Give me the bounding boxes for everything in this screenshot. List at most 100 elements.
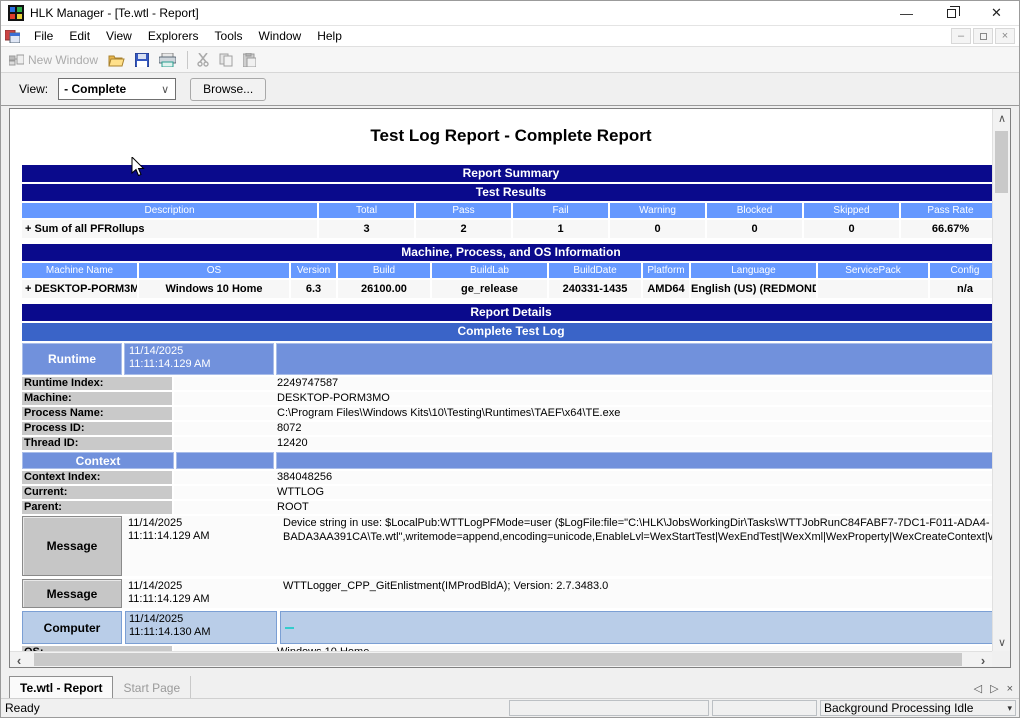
column-header: Build [338,263,430,278]
complete-test-log-header: Complete Test Log [22,323,992,341]
status-ready-text: Ready [1,701,509,715]
window-title: HLK Manager - [Te.wtl - Report] [30,6,884,20]
new-window-button[interactable]: New Window [5,51,102,69]
field-row: Context Index: 384048256 [22,471,992,484]
table-cell: 0 [804,220,899,238]
app-window: HLK Manager - [Te.wtl - Report] — ✕ File… [0,0,1020,718]
column-header: Version [291,263,336,278]
tab-tewtl-report[interactable]: Te.wtl - Report [9,676,113,699]
chevron-down-icon: ∨ [161,83,175,96]
field-value: 2249747587 [174,377,992,390]
context-section-spacer [176,452,274,469]
restore-icon [947,9,956,18]
browse-button[interactable]: Browse... [190,78,266,101]
expandable-row-label[interactable]: + Sum of all PFRollups [22,220,317,238]
menu-help[interactable]: Help [309,27,350,45]
column-header: ServicePack [818,263,928,278]
menu-edit[interactable]: Edit [61,27,98,45]
table-cell: English (US) (REDMOND) [691,280,816,298]
horizontal-scrollbar-thumb[interactable] [34,653,962,666]
menu-window[interactable]: Window [251,27,310,45]
mdi-restore-icon [980,33,987,40]
test-results-header: Test Results [22,184,992,201]
menu-bar: File Edit View Explorers Tools Window He… [1,26,1019,47]
table-cell: 0 [610,220,705,238]
table-cell [818,280,928,298]
menu-tools[interactable]: Tools [207,27,251,45]
field-label: Machine: [22,392,172,405]
horizontal-scrollbar[interactable]: ‹ › [10,651,992,667]
machine-info-row: + DESKTOP-PORM3MO Windows 10 Home 6.3 26… [22,280,992,298]
expandable-row-label[interactable]: + DESKTOP-PORM3MO [22,280,137,298]
report-title: Test Log Report - Complete Report [22,126,992,146]
report-document: Test Log Report - Complete Report Report… [9,108,1011,668]
runtime-section-filler [276,343,992,375]
cut-scissors-icon [197,53,209,67]
open-button[interactable] [104,51,129,69]
paste-icon [243,53,256,67]
chevron-down-icon: ∨ [998,636,1006,649]
title-bar: HLK Manager - [Te.wtl - Report] — ✕ [1,1,1019,26]
save-button[interactable] [131,51,153,69]
column-header: Config [930,263,992,278]
column-header: Fail [513,203,608,218]
table-cell: 0 [707,220,802,238]
field-value: ROOT [174,501,992,514]
vertical-scrollbar-thumb[interactable] [995,131,1008,193]
view-dropdown-value: - Complete [64,82,126,96]
table-cell: 240331-1435 [549,280,641,298]
message-timestamp: 11/14/2025 11:11:14.129 AM [125,516,277,576]
field-value: 8072 [174,422,992,435]
view-bar: View: - Complete ∨ Browse... [1,73,1019,106]
toolbar-separator [187,51,188,69]
tab-start-page[interactable]: Start Page [113,676,191,699]
mdi-controls: – × [949,28,1019,44]
copy-button[interactable] [215,51,237,69]
mdi-close-button[interactable]: × [995,28,1015,44]
scroll-down-button[interactable]: ∨ [993,633,1011,651]
document-icon [5,30,20,43]
vertical-scrollbar[interactable]: ∧ ∨ [992,109,1010,651]
runtime-section-row: Runtime 11/14/2025 11:11:14.129 AM [22,343,992,375]
table-cell: 6.3 [291,280,336,298]
paste-button[interactable] [239,51,260,69]
message-button[interactable]: Message [22,516,122,576]
report-view: Test Log Report - Complete Report Report… [10,109,992,651]
restore-button[interactable] [929,1,974,26]
computer-section-label: Computer [22,611,122,644]
runtime-section-label: Runtime [22,343,122,375]
column-header: Description [22,203,317,218]
field-row: Process Name: C:\Program Files\Windows K… [22,407,992,420]
print-button[interactable] [155,51,180,69]
tab-prev-button[interactable]: ◁ [974,682,982,695]
scroll-right-button[interactable]: › [974,652,992,668]
field-label: Process Name: [22,407,172,420]
app-icon [8,5,24,21]
tab-next-button[interactable]: ▷ [990,682,998,695]
minimize-button[interactable]: — [884,1,929,26]
menu-explorers[interactable]: Explorers [140,27,207,45]
message-button[interactable]: Message [22,579,122,608]
runtime-timestamp: 11/14/2025 11:11:14.129 AM [124,343,274,375]
field-label: Runtime Index: [22,377,172,390]
chevron-down-icon: ▾ [1007,703,1012,714]
message-row: Message 11/14/2025 11:11:14.129 AM WTTLo… [22,579,992,608]
context-section-filler [276,452,992,469]
view-dropdown[interactable]: - Complete ∨ [58,78,176,100]
column-header: Blocked [707,203,802,218]
scroll-up-button[interactable]: ∧ [993,109,1011,127]
background-processing-dropdown[interactable]: Background Processing Idle ▾ [820,700,1016,716]
column-header: Language [691,263,816,278]
menu-view[interactable]: View [98,27,140,45]
save-icon [135,53,149,67]
mdi-restore-button[interactable] [973,28,993,44]
scroll-left-button[interactable]: ‹ [10,652,28,668]
mdi-minimize-button[interactable]: – [951,28,971,44]
cut-button[interactable] [193,51,213,69]
menu-file[interactable]: File [26,27,61,45]
test-results-column-row: Description Total Pass Fail Warning Bloc… [22,203,992,218]
tab-close-button[interactable]: × [1007,683,1013,695]
close-button[interactable]: ✕ [974,1,1019,26]
background-processing-status: Background Processing Idle [824,701,1007,715]
table-cell: 3 [319,220,414,238]
